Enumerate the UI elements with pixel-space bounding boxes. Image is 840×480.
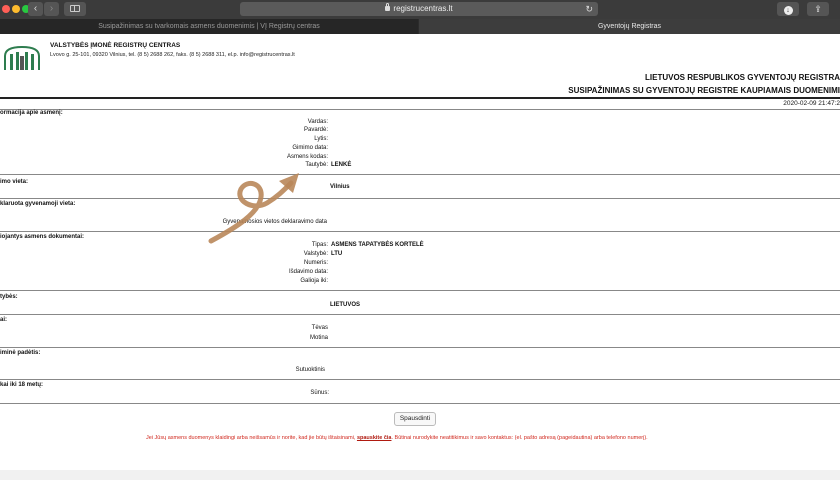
section-divider xyxy=(0,198,840,199)
section-heading-citizenship: tybės: xyxy=(0,294,18,300)
sidebar-icon xyxy=(70,5,80,12)
section-heading-person-info: ormacija apie asmenį: xyxy=(0,110,63,116)
url-text: registrucentras.lt xyxy=(393,4,453,13)
share-icon: ⇪ xyxy=(814,4,822,14)
organization-contacts: Lvovo g. 25-101, 09320 Vilnius, tel. (8 … xyxy=(50,52,295,58)
field-label-doc-country: Valstybė: xyxy=(303,251,328,257)
section-divider xyxy=(0,347,840,348)
header-divider xyxy=(0,97,840,99)
field-label-father: Tėvas xyxy=(311,325,328,331)
download-icon: ↓ xyxy=(783,6,793,15)
close-window-icon[interactable] xyxy=(2,5,10,13)
document-subtitle: SUSIPAŽINIMAS SU GYVENTOJŲ REGISTRE KAUP… xyxy=(568,86,840,95)
field-label-birth-date: Gimimo data: xyxy=(292,145,328,151)
citizenship-value: LIETUVOS xyxy=(330,302,361,308)
field-label-son: Sūnus: xyxy=(310,390,329,396)
correction-note-text: Jei Jūsų asmens duomenys klaidingi arba … xyxy=(146,435,357,441)
field-value-doc-country: LTU xyxy=(331,251,343,257)
section-heading-declared-residence: klaruota gyvenamoji vieta: xyxy=(0,201,76,207)
section-heading-parents: ai: xyxy=(0,317,8,323)
field-label-last-name: Pavardė: xyxy=(303,127,328,133)
section-divider xyxy=(0,231,840,232)
section-divider xyxy=(0,379,840,380)
section-heading-marital-status: iminė padėtis: xyxy=(0,350,41,356)
forward-icon: › xyxy=(49,3,54,14)
section-heading-documents: iojantys asmens dokumentai: xyxy=(0,234,85,240)
field-label-valid-until: Galioja iki: xyxy=(300,278,328,284)
field-label-personal-code: Asmens kodas: xyxy=(286,154,328,160)
field-label-spouse: Sutuoktinis xyxy=(295,367,325,373)
field-label-doc-number: Numeris: xyxy=(303,260,328,266)
tab-gyventoju-registras[interactable]: Gyventojų Registras xyxy=(419,19,840,34)
field-label-first-name: Vardas: xyxy=(307,119,328,125)
section-divider xyxy=(0,109,840,110)
share-button[interactable]: ⇪ xyxy=(807,2,829,16)
tab-susipazinimas[interactable]: Susipažinimas su tvarkomais asmens duome… xyxy=(0,19,418,34)
page-bottom-bar xyxy=(0,470,840,480)
field-value-nationality: LENKĖ xyxy=(331,162,352,168)
reload-icon[interactable]: ↻ xyxy=(585,2,593,16)
field-label-nationality: Tautybė: xyxy=(305,162,328,168)
back-button[interactable]: ‹ xyxy=(28,2,43,16)
section-divider xyxy=(0,403,840,404)
field-label-gender: Lytis: xyxy=(314,136,328,142)
section-heading-birthplace: imo vieta: xyxy=(0,179,29,185)
correction-link[interactable]: spauskite čia xyxy=(357,435,392,441)
download-button[interactable]: ↓ xyxy=(777,2,799,16)
section-divider xyxy=(0,290,840,291)
address-bar[interactable]: registrucentras.lt ↻ xyxy=(240,2,598,16)
correction-note-tail: . Būtinai nurodykite neatitikimus ir sav… xyxy=(391,435,648,441)
field-label-mother: Motina xyxy=(309,335,328,341)
organization-name: VALSTYBĖS ĮMONĖ REGISTRŲ CENTRAS xyxy=(50,42,181,49)
lock-icon xyxy=(385,3,391,11)
field-label-issue-date: Išdavimo data: xyxy=(288,269,328,275)
section-heading-children: kai iki 18 metų: xyxy=(0,382,44,388)
generation-timestamp: 2020-02-09 21:47:2 xyxy=(783,100,840,107)
tab-bar: Susipažinimas su tvarkomais asmens duome… xyxy=(0,19,840,34)
field-value-doc-type: ASMENS TAPATYBĖS KORTELĖ xyxy=(331,242,424,248)
section-divider xyxy=(0,174,840,175)
page-content: VALSTYBĖS ĮMONĖ REGISTRŲ CENTRAS Lvovo g… xyxy=(0,34,840,480)
section-divider xyxy=(0,314,840,315)
forward-button[interactable]: › xyxy=(44,2,59,16)
correction-note: Jei Jūsų asmens duomenys klaidingi arba … xyxy=(146,435,648,441)
birthplace-value: Vilnius xyxy=(330,184,350,190)
field-label-doc-type: Tipas: xyxy=(311,242,328,248)
registry-logo xyxy=(4,45,40,70)
print-button[interactable]: Spausdinti xyxy=(394,412,436,426)
curly-arrow xyxy=(208,173,299,244)
document-title: LIETUVOS RESPUBLIKOS GYVENTOJŲ REGISTRA xyxy=(645,73,840,82)
sidebar-toggle-button[interactable] xyxy=(64,2,86,16)
minimize-window-icon[interactable] xyxy=(12,5,20,13)
back-icon: ‹ xyxy=(33,3,38,14)
browser-toolbar: ‹ › registrucentras.lt ↻ ↓ ⇪ xyxy=(0,0,840,19)
